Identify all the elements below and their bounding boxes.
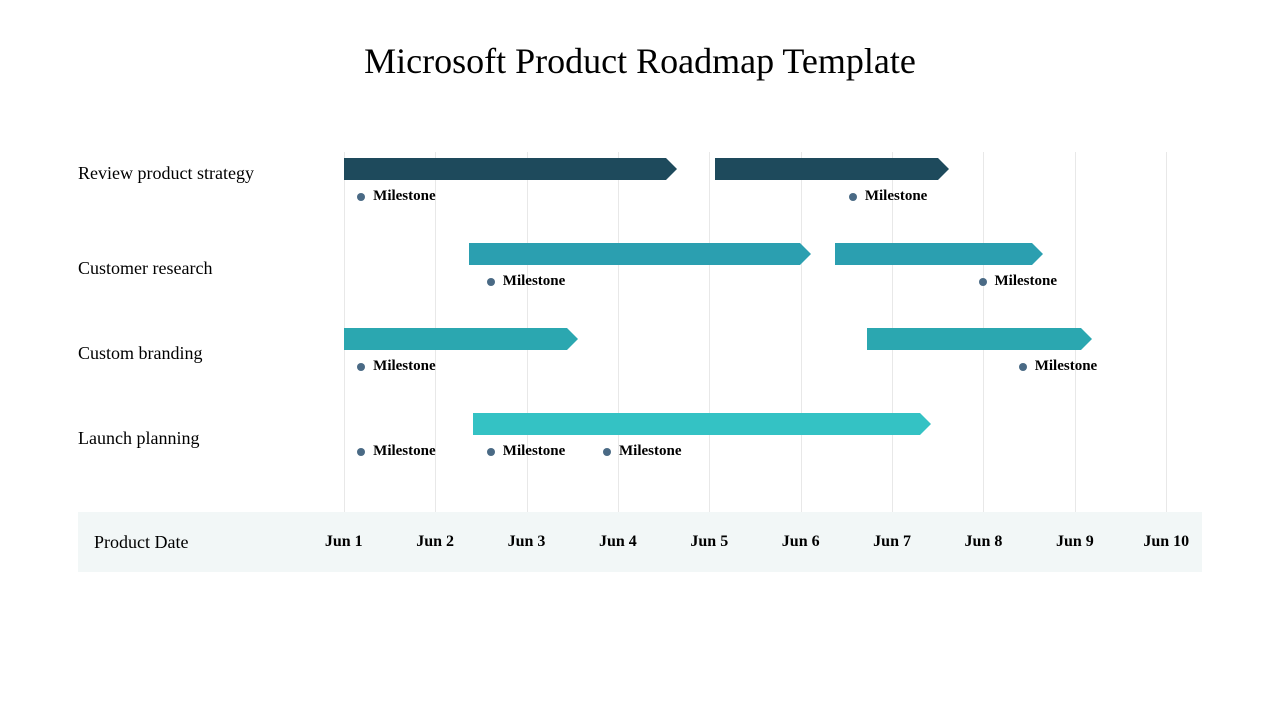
task-bar xyxy=(473,413,920,435)
row-label: Launch planning xyxy=(78,427,278,450)
row-launch-planning: Launch planning Milestone Milestone Mile… xyxy=(78,407,1202,492)
row-label: Customer research xyxy=(78,257,278,280)
dot-icon xyxy=(357,193,365,201)
roadmap-chart: Review product strategy Milestone Milest… xyxy=(78,152,1202,572)
bar-track: Milestone Milestone xyxy=(308,322,1202,407)
axis-tick: Jun 1 xyxy=(325,533,363,551)
row-review-product-strategy: Review product strategy Milestone Milest… xyxy=(78,152,1202,237)
bar-track: Milestone Milestone Milestone xyxy=(308,407,1202,492)
date-axis: Product Date Jun 1Jun 2Jun 3Jun 4Jun 5Ju… xyxy=(78,512,1202,572)
milestone-marker: Milestone xyxy=(487,443,565,460)
milestone-marker: Milestone xyxy=(487,273,565,290)
axis-tick: Jun 4 xyxy=(599,533,637,551)
task-bar xyxy=(344,158,666,180)
axis-title: Product Date xyxy=(78,532,308,553)
dot-icon xyxy=(487,448,495,456)
row-customer-research: Customer research Milestone Milestone xyxy=(78,237,1202,322)
milestone-marker: Milestone xyxy=(357,443,435,460)
milestone-marker: Milestone xyxy=(979,273,1057,290)
task-bar xyxy=(715,158,939,180)
axis-ticks: Jun 1 Jun 2 Jun 3 Jun 4 Jun 5 Jun 6 Jun 7 Jun 8… xyxy=(308,512,1202,572)
milestone-marker: Milestone xyxy=(1019,358,1097,375)
task-bar xyxy=(469,243,800,265)
dot-icon xyxy=(357,448,365,456)
axis-tick: Jun 3 xyxy=(508,533,546,551)
task-bar xyxy=(867,328,1082,350)
task-bar xyxy=(344,328,568,350)
axis-tick: Jun 10 xyxy=(1143,533,1189,551)
row-label: Review product strategy xyxy=(78,162,278,185)
dot-icon xyxy=(603,448,611,456)
milestone-marker: Milestone xyxy=(357,358,435,375)
bar-track: Milestone Milestone xyxy=(308,237,1202,322)
axis-tick: Jun 2 xyxy=(416,533,454,551)
axis-tick: Jun 5 xyxy=(690,533,728,551)
dot-icon xyxy=(487,278,495,286)
roadmap-slide: Microsoft Product Roadmap Template Revie… xyxy=(0,0,1280,720)
dot-icon xyxy=(849,193,857,201)
dot-icon xyxy=(357,363,365,371)
axis-tick: Jun 7 xyxy=(873,533,911,551)
axis-tick: Jun 6 xyxy=(782,533,820,551)
row-label: Custom branding xyxy=(78,342,278,365)
dot-icon xyxy=(1019,363,1027,371)
slide-title: Microsoft Product Roadmap Template xyxy=(40,40,1240,82)
milestone-marker: Milestone xyxy=(357,188,435,205)
bar-track: Milestone Milestone xyxy=(308,152,1202,237)
row-custom-branding: Custom branding Milestone Milestone xyxy=(78,322,1202,407)
milestone-marker: Milestone xyxy=(603,443,681,460)
axis-tick: Jun 8 xyxy=(965,533,1003,551)
milestone-marker: Milestone xyxy=(849,188,927,205)
axis-tick: Jun 9 xyxy=(1056,533,1094,551)
dot-icon xyxy=(979,278,987,286)
rows-container: Review product strategy Milestone Milest… xyxy=(78,152,1202,512)
task-bar xyxy=(835,243,1032,265)
